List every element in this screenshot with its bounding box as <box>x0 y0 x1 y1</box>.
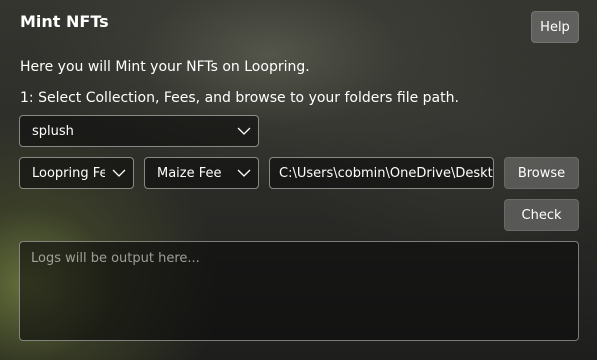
chevron-down-icon <box>105 169 133 177</box>
folder-path-input[interactable]: C:\Users\cobmin\OneDrive\Desktop <box>269 157 494 189</box>
check-button[interactable]: Check <box>504 199 579 231</box>
collection-dropdown[interactable]: splush <box>19 115 259 147</box>
chevron-down-icon <box>230 169 258 177</box>
loopring-fee-dropdown[interactable]: Loopring Fee <box>19 157 134 189</box>
maize-fee-dropdown[interactable]: Maize Fee <box>144 157 259 189</box>
help-button[interactable]: Help <box>531 11 579 43</box>
chevron-down-icon <box>230 127 258 135</box>
collection-selected-value: splush <box>32 123 74 139</box>
loopring-fee-selected-value: Loopring Fee <box>32 165 105 181</box>
page-title: Mint NFTs <box>20 12 109 31</box>
instructions-text: 1: Select Collection, Fees, and browse t… <box>20 90 459 106</box>
intro-text: Here you will Mint your NFTs on Loopring… <box>20 59 310 75</box>
browse-button[interactable]: Browse <box>504 157 579 189</box>
logs-placeholder: Logs will be output here... <box>31 251 200 266</box>
logs-output[interactable]: Logs will be output here... <box>19 241 579 341</box>
maize-fee-selected-value: Maize Fee <box>157 165 222 181</box>
